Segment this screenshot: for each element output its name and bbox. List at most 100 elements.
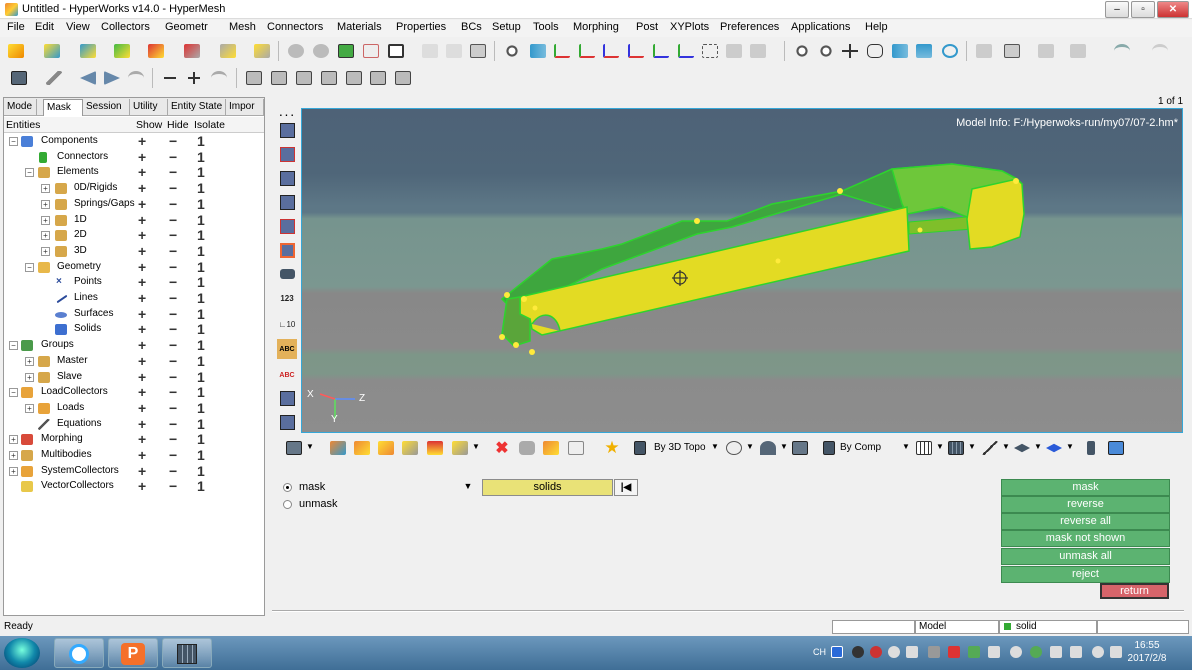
undo-icon[interactable] xyxy=(1112,41,1132,61)
tree-row-points[interactable]: × Points + −1 xyxy=(4,274,264,291)
element-display-icon[interactable] xyxy=(946,438,966,458)
morph-tool-icon[interactable] xyxy=(218,41,238,61)
dropdown-arrow-icon[interactable]: ▼ xyxy=(936,442,944,451)
line-display-icon[interactable] xyxy=(980,438,1000,458)
hand-icon[interactable] xyxy=(865,41,885,61)
minimize-button[interactable]: – xyxy=(1105,1,1129,18)
layer-icon[interactable] xyxy=(284,438,304,458)
move-horizontal-icon[interactable] xyxy=(890,41,910,61)
element-type-6-icon[interactable] xyxy=(368,68,388,88)
isolate-button[interactable]: 1 xyxy=(197,149,205,165)
hide-button[interactable]: − xyxy=(169,431,177,447)
entity-selector[interactable]: solids xyxy=(482,479,613,496)
arrow-right-icon[interactable] xyxy=(102,68,122,88)
unmask-all-button[interactable]: unmask all xyxy=(1001,548,1170,565)
element-type-2-icon[interactable] xyxy=(269,68,289,88)
tray-icon-3[interactable] xyxy=(888,646,900,658)
tree-row-geometry[interactable]: − Geometry + −1 xyxy=(4,259,264,276)
isolate-button[interactable]: 1 xyxy=(197,180,205,196)
isolate-button[interactable]: 1 xyxy=(197,431,205,447)
isolate-button[interactable]: 1 xyxy=(197,259,205,275)
hide-button[interactable]: − xyxy=(169,212,177,228)
zoom-icon[interactable] xyxy=(502,41,522,61)
component-icon[interactable] xyxy=(9,68,29,88)
hide-button[interactable]: − xyxy=(169,321,177,337)
minus-icon[interactable] xyxy=(160,68,180,88)
tree-row-surfaces[interactable]: Surfaces + −1 xyxy=(4,306,264,323)
page-next-icon[interactable] xyxy=(444,41,464,61)
tree-row-2d[interactable]: +2D + −1 xyxy=(4,227,264,244)
show-button[interactable]: + xyxy=(138,369,146,385)
tab-utility[interactable]: Utility xyxy=(130,99,168,116)
hide-button[interactable]: − xyxy=(169,149,177,165)
tree-row-loads[interactable]: + Loads + −1 xyxy=(4,400,264,417)
return-button[interactable]: return xyxy=(1100,583,1169,599)
tray-icon-4[interactable] xyxy=(906,646,918,658)
tree-row-springs-gaps[interactable]: + Springs/Gaps + −1 xyxy=(4,196,264,213)
undo-view-icon[interactable] xyxy=(286,41,306,61)
close-button[interactable]: ✕ xyxy=(1157,1,1189,18)
isolate-button[interactable]: 1 xyxy=(197,164,205,180)
move-entity-icon[interactable] xyxy=(277,388,297,408)
mask-not-shown-button[interactable]: mask not shown xyxy=(1001,530,1170,547)
shaded-icon[interactable] xyxy=(352,438,372,458)
ime-icon[interactable] xyxy=(831,646,843,658)
show-button[interactable]: + xyxy=(138,337,146,353)
mask-tool-icon[interactable] xyxy=(974,41,994,61)
tree-row-equations[interactable]: Equations + −1 xyxy=(4,416,264,433)
tree-row-groups[interactable]: − Groups + −1 xyxy=(4,337,264,354)
show-button[interactable]: + xyxy=(138,243,146,259)
numbering-icon[interactable]: 123 xyxy=(277,288,297,308)
hide-button[interactable]: − xyxy=(169,133,177,149)
show-button[interactable]: + xyxy=(138,290,146,306)
isolate-column[interactable]: Isolate xyxy=(194,119,225,131)
menu-edit[interactable]: Edit xyxy=(35,21,54,33)
entities-column[interactable]: Entities xyxy=(6,119,40,131)
show-button[interactable]: + xyxy=(138,149,146,165)
isolate-button[interactable]: 1 xyxy=(197,447,205,463)
tree-row-slave[interactable]: + Slave + −1 xyxy=(4,369,264,386)
show-button[interactable]: + xyxy=(138,416,146,432)
hide-button[interactable]: − xyxy=(169,478,177,494)
menu-collectors[interactable]: Collectors xyxy=(101,21,150,33)
wrench-icon[interactable] xyxy=(44,68,64,88)
spin-icon[interactable] xyxy=(940,41,960,61)
redo-icon[interactable] xyxy=(1150,41,1170,61)
tray-icon-2[interactable] xyxy=(870,646,882,658)
isolate-button[interactable]: 1 xyxy=(197,416,205,432)
reverse-button[interactable]: reverse xyxy=(1001,496,1170,513)
tab-mask[interactable]: Mask ✕ xyxy=(43,99,83,128)
dropdown-arrow-icon[interactable]: ▼ xyxy=(306,442,314,451)
tab-import[interactable]: Impor xyxy=(226,99,264,116)
menu-morphing[interactable]: Morphing xyxy=(573,21,619,33)
task-presentation[interactable]: P xyxy=(108,638,158,668)
rotate-left-icon[interactable] xyxy=(528,41,548,61)
hide-button[interactable]: − xyxy=(169,447,177,463)
reject-button[interactable]: reject xyxy=(1001,566,1170,583)
element-type-4-icon[interactable] xyxy=(319,68,339,88)
measure-icon[interactable]: ∟10 xyxy=(277,314,297,334)
tree-row-solids[interactable]: Solids + −1 xyxy=(4,321,264,338)
show-button[interactable]: + xyxy=(138,180,146,196)
tab-mode[interactable]: Mode xyxy=(4,99,37,116)
shape-display-icon[interactable] xyxy=(1044,438,1064,458)
export-icon[interactable] xyxy=(78,41,98,61)
tray-icon-8[interactable] xyxy=(988,646,1000,658)
dropdown-arrow-icon[interactable]: ▼ xyxy=(780,442,788,451)
mask-button[interactable]: mask xyxy=(1001,479,1170,496)
tools-icon[interactable] xyxy=(566,438,586,458)
hide-button[interactable]: − xyxy=(169,416,177,432)
tab-entity-state[interactable]: Entity State xyxy=(168,99,226,116)
solid-display-icon[interactable] xyxy=(790,438,810,458)
tree-row-master[interactable]: + Master + −1 xyxy=(4,353,264,370)
move-vertical-icon[interactable] xyxy=(914,41,934,61)
hide-button[interactable]: − xyxy=(169,180,177,196)
hide-button[interactable]: − xyxy=(169,384,177,400)
view-iso-icon[interactable] xyxy=(700,41,720,61)
menu-help[interactable]: Help xyxy=(865,21,888,33)
show-button[interactable]: + xyxy=(138,133,146,149)
tree-row-systemcollectors[interactable]: + SystemCollectors + −1 xyxy=(4,463,264,480)
redo-view-icon[interactable] xyxy=(311,41,331,61)
isolate-button[interactable]: 1 xyxy=(197,243,205,259)
geometry-tool-icon[interactable] xyxy=(146,41,166,61)
